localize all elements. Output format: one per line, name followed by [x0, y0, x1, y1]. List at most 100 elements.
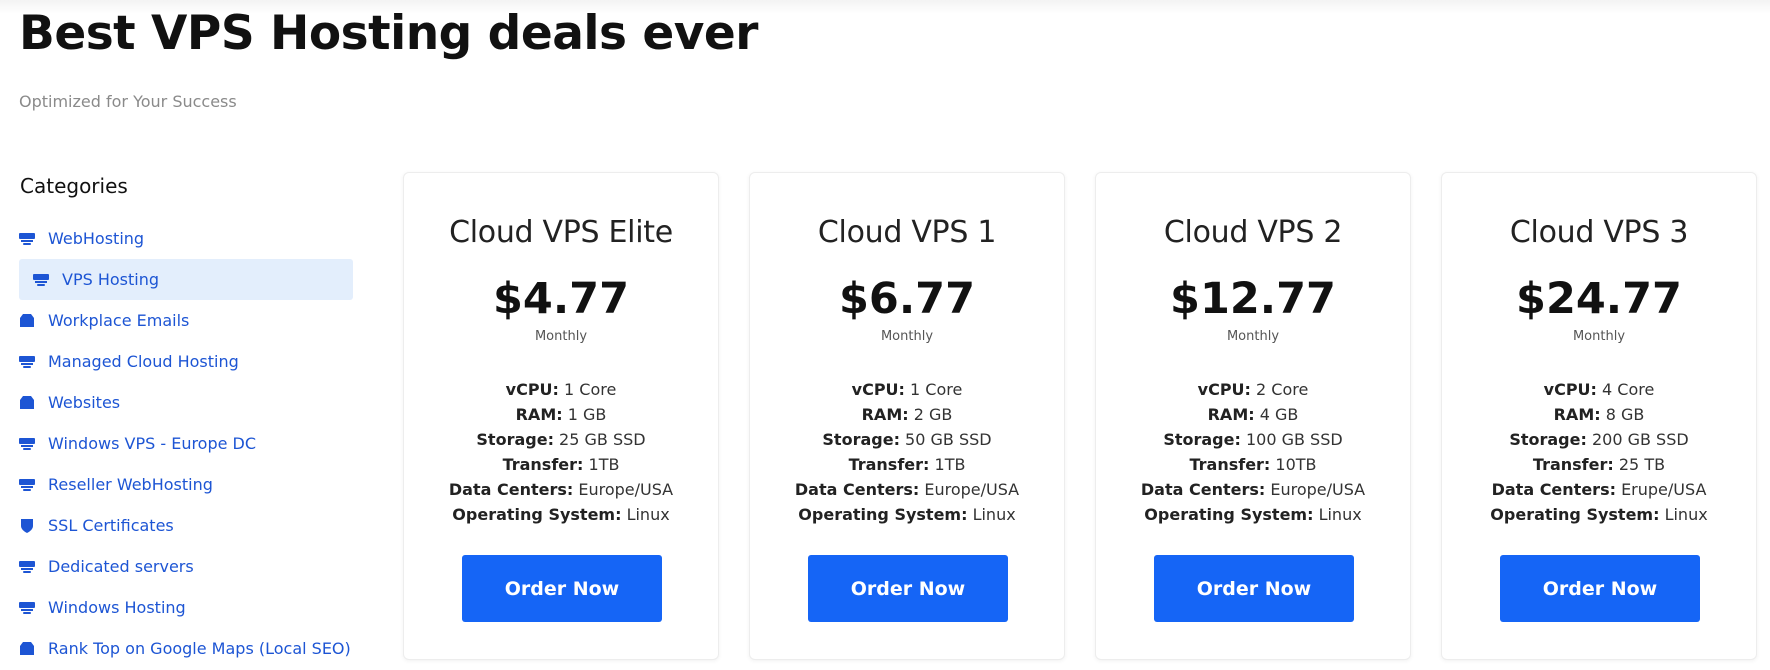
- pricing-cards: Cloud VPS Elite $4.77 Monthly vCPU: 1 Core R…: [403, 172, 1757, 660]
- plan-name: Cloud VPS 2: [1163, 215, 1343, 250]
- spec-label: Storage:: [822, 430, 900, 449]
- spec-line: Operating System: Linux: [1096, 502, 1410, 527]
- spec-value: 1TB: [929, 455, 966, 474]
- spec-line: Storage: 200 GB SSD: [1442, 427, 1756, 452]
- plan-card: Cloud VPS 3 $24.77 Monthly vCPU: 4 Core RAM:…: [1441, 172, 1757, 660]
- server-icon: [19, 231, 35, 247]
- sidebar-item-vps-hosting[interactable]: VPS Hosting: [19, 259, 353, 300]
- page-subtitle: Optimized for Your Success: [19, 92, 237, 111]
- server-icon: [19, 436, 35, 452]
- spec-label: Operating System:: [1490, 505, 1660, 524]
- sidebar-item-reseller-webhosting[interactable]: Reseller WebHosting: [19, 464, 355, 505]
- sidebar-item-label: Websites: [48, 393, 121, 412]
- plan-card: Cloud VPS Elite $4.77 Monthly vCPU: 1 Core R…: [403, 172, 719, 660]
- sidebar-item-websites[interactable]: Websites: [19, 382, 355, 423]
- page-title: Best VPS Hosting deals ever: [19, 6, 758, 61]
- spec-line: vCPU: 4 Core: [1442, 377, 1756, 402]
- sidebar-item-label: VPS Hosting: [62, 270, 160, 289]
- spec-value: 2 Core: [1250, 380, 1309, 399]
- spec-value: 1 GB: [562, 405, 607, 424]
- plan-specs: vCPU: 4 Core RAM: 8 GB Storage: 200 GB SSD…: [1442, 377, 1756, 527]
- spec-line: Operating System: Linux: [404, 502, 718, 527]
- spec-line: vCPU: 1 Core: [750, 377, 1064, 402]
- spec-label: RAM:: [1553, 405, 1601, 424]
- plan-specs: vCPU: 1 Core RAM: 2 GB Storage: 50 GB SSD T…: [750, 377, 1064, 527]
- server-icon: [19, 477, 35, 493]
- spec-line: Operating System: Linux: [1442, 502, 1756, 527]
- spec-value: 4 GB: [1254, 405, 1299, 424]
- plan-price: $6.77: [838, 274, 975, 324]
- order-now-button[interactable]: Order Now: [462, 555, 662, 622]
- spec-line: RAM: 4 GB: [1096, 402, 1410, 427]
- sidebar-item-managed-cloud-hosting[interactable]: Managed Cloud Hosting: [19, 341, 355, 382]
- spec-line: Data Centers: Europe/USA: [404, 477, 718, 502]
- order-now-button[interactable]: Order Now: [808, 555, 1008, 622]
- spec-line: Transfer: 25 TB: [1442, 452, 1756, 477]
- spec-value: Europe/USA: [573, 480, 674, 499]
- spec-line: RAM: 1 GB: [404, 402, 718, 427]
- spec-label: Data Centers:: [794, 480, 920, 499]
- plan-price: $12.77: [1170, 274, 1336, 324]
- plan-specs: vCPU: 2 Core RAM: 4 GB Storage: 100 GB SSD…: [1096, 377, 1410, 527]
- spec-line: Transfer: 1TB: [750, 452, 1064, 477]
- sidebar-item-windows-hosting[interactable]: Windows Hosting: [19, 587, 355, 628]
- order-now-button[interactable]: Order Now: [1500, 555, 1700, 622]
- sidebar-item-windows-vps-europe-dc[interactable]: Windows VPS - Europe DC: [19, 423, 355, 464]
- sidebar-item-label: Windows Hosting: [48, 598, 186, 617]
- server-icon: [33, 272, 49, 288]
- server-icon: [19, 559, 35, 575]
- sidebar-item-label: Managed Cloud Hosting: [48, 352, 239, 371]
- sidebar-item-label: Workplace Emails: [48, 311, 190, 330]
- spec-line: vCPU: 1 Core: [404, 377, 718, 402]
- plan-name: Cloud VPS 1: [817, 215, 997, 250]
- spec-line: Data Centers: Erupe/USA: [1442, 477, 1756, 502]
- spec-label: Storage:: [1509, 430, 1587, 449]
- spec-line: Transfer: 10TB: [1096, 452, 1410, 477]
- spec-value: 8 GB: [1600, 405, 1645, 424]
- spec-line: Storage: 50 GB SSD: [750, 427, 1064, 452]
- categories-list: WebHosting VPS Hosting Workplace Emails Man…: [19, 218, 355, 669]
- spec-value: Linux: [621, 505, 670, 524]
- sidebar-item-label: Reseller WebHosting: [48, 475, 213, 494]
- spec-label: vCPU:: [1197, 380, 1251, 399]
- plan-period: Monthly: [1226, 329, 1280, 344]
- sidebar-item-dedicated-servers[interactable]: Dedicated servers: [19, 546, 355, 587]
- plan-period: Monthly: [880, 329, 934, 344]
- spec-label: Transfer:: [502, 455, 584, 474]
- spec-label: Data Centers:: [448, 480, 574, 499]
- spec-value: 4 Core: [1596, 380, 1655, 399]
- plan-price: $4.77: [492, 274, 629, 324]
- plan-period: Monthly: [534, 329, 588, 344]
- plan-card: Cloud VPS 1 $6.77 Monthly vCPU: 1 Core RAM: …: [749, 172, 1065, 660]
- spec-value: 50 GB SSD: [899, 430, 992, 449]
- spec-label: vCPU:: [505, 380, 559, 399]
- plan-price: $24.77: [1516, 274, 1682, 324]
- server-icon: [19, 600, 35, 616]
- spec-value: 100 GB SSD: [1240, 430, 1343, 449]
- sidebar-item-webhosting[interactable]: WebHosting: [19, 218, 355, 259]
- spec-label: Transfer:: [1189, 455, 1271, 474]
- spec-value: Linux: [967, 505, 1016, 524]
- spec-value: 2 GB: [908, 405, 953, 424]
- spec-value: 25 GB SSD: [553, 430, 646, 449]
- sidebar-item-workplace-emails[interactable]: Workplace Emails: [19, 300, 355, 341]
- sidebar-item-rank-top-on-google-maps-local-seo[interactable]: Rank Top on Google Maps (Local SEO): [19, 628, 355, 669]
- sidebar-item-ssl-certificates[interactable]: SSL Certificates: [19, 505, 355, 546]
- plan-name: Cloud VPS Elite: [449, 215, 673, 250]
- spec-label: RAM:: [1207, 405, 1255, 424]
- spec-line: Transfer: 1TB: [404, 452, 718, 477]
- spec-label: Operating System:: [1144, 505, 1314, 524]
- order-now-button[interactable]: Order Now: [1154, 555, 1354, 622]
- sidebar-item-label: Dedicated servers: [48, 557, 194, 576]
- spec-label: Operating System:: [452, 505, 622, 524]
- shield-icon: [19, 518, 35, 534]
- spec-value: Europe/USA: [1265, 480, 1366, 499]
- box-icon: [19, 641, 35, 657]
- spec-line: RAM: 8 GB: [1442, 402, 1756, 427]
- spec-line: Data Centers: Europe/USA: [750, 477, 1064, 502]
- spec-label: Storage:: [476, 430, 554, 449]
- spec-line: vCPU: 2 Core: [1096, 377, 1410, 402]
- spec-label: Transfer:: [1532, 455, 1614, 474]
- plan-card: Cloud VPS 2 $12.77 Monthly vCPU: 2 Core RAM:…: [1095, 172, 1411, 660]
- spec-value: 25 TB: [1613, 455, 1666, 474]
